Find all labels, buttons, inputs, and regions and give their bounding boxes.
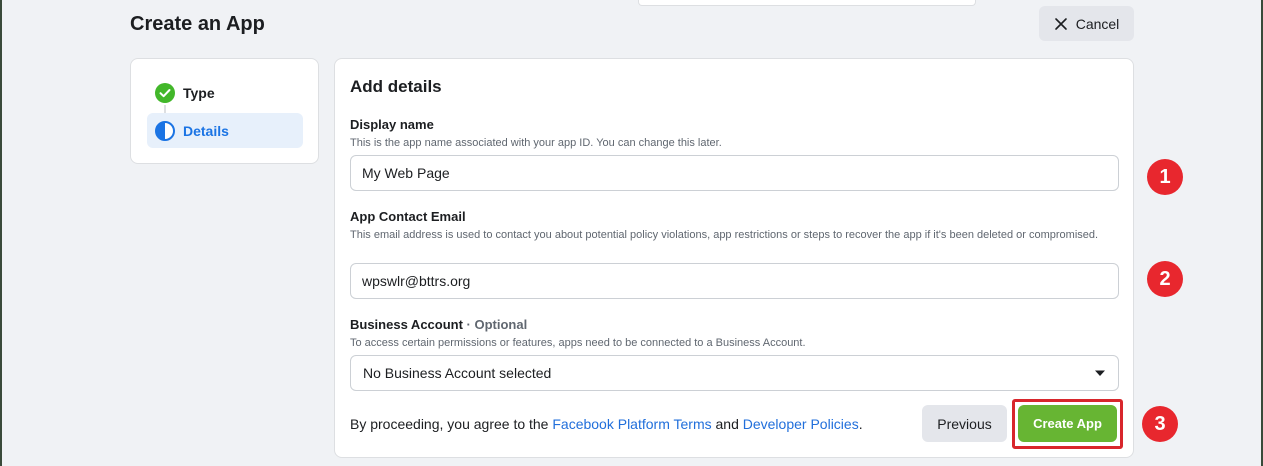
previous-button[interactable]: Previous <box>922 405 1007 442</box>
half-circle-progress-icon <box>155 120 175 141</box>
check-circle-icon <box>155 82 175 103</box>
contact-email-help: This email address is used to contact yo… <box>350 229 1099 241</box>
developer-policies-link[interactable]: Developer Policies <box>743 416 859 432</box>
terms-prefix: By proceeding, you agree to the <box>350 416 553 432</box>
callout-badge-1: 1 <box>1147 159 1183 195</box>
callout-badge-2: 2 <box>1147 261 1183 297</box>
contact-email-label: App Contact Email <box>350 209 466 224</box>
caret-down-icon <box>1095 370 1105 376</box>
display-name-input[interactable] <box>350 155 1119 191</box>
step-type-label: Type <box>183 84 215 101</box>
top-search-bar[interactable] <box>638 0 976 6</box>
form-title: Add details <box>350 77 442 96</box>
platform-terms-link[interactable]: Facebook Platform Terms <box>552 416 711 432</box>
steps-panel: Type Details <box>130 58 319 164</box>
close-icon <box>1054 17 1067 30</box>
add-details-card: Add details Display name This is the app… <box>334 58 1134 458</box>
business-account-help: To access certain permissions or feature… <box>350 337 806 349</box>
business-account-label-text: Business Account <box>350 317 463 332</box>
contact-email-input[interactable] <box>350 263 1119 299</box>
step-details[interactable]: Details <box>147 113 303 148</box>
business-account-label: Business Account · Optional <box>350 317 527 332</box>
left-edge-border <box>0 0 2 466</box>
terms-suffix: . <box>858 416 863 432</box>
display-name-help: This is the app name associated with you… <box>350 137 722 149</box>
display-name-label: Display name <box>350 117 434 132</box>
cancel-label: Cancel <box>1075 15 1120 32</box>
step-type[interactable]: Type <box>147 75 303 110</box>
callout-badge-3: 3 <box>1142 406 1178 442</box>
step-details-label: Details <box>183 122 229 139</box>
business-account-select[interactable]: No Business Account selected <box>350 355 1119 391</box>
cancel-button[interactable]: Cancel <box>1039 6 1134 41</box>
terms-text: By proceeding, you agree to the Facebook… <box>350 416 863 432</box>
terms-middle: and <box>711 416 743 432</box>
page-title: Create an App <box>130 13 265 35</box>
business-account-selected: No Business Account selected <box>363 365 552 381</box>
optional-tag: · Optional <box>462 317 528 332</box>
create-app-button[interactable]: Create App <box>1018 405 1117 442</box>
